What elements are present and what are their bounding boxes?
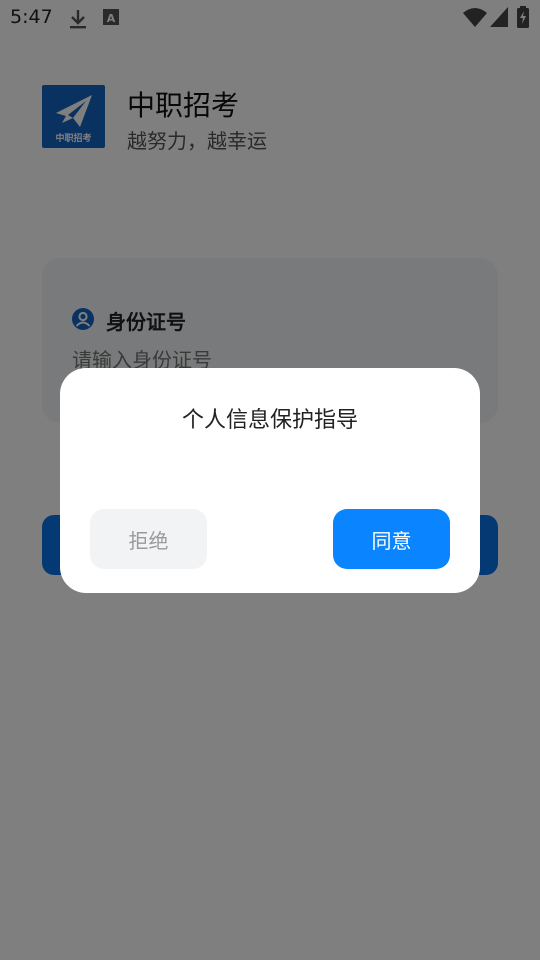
reject-button[interactable]: 拒绝 bbox=[90, 509, 207, 569]
privacy-dialog: 个人信息保护指导 拒绝 同意 bbox=[60, 368, 480, 593]
app-screen: 5:47 A 中职招考 中职招考 越努力，越幸运 身份证号 bbox=[0, 0, 540, 960]
dialog-title: 个人信息保护指导 bbox=[181, 408, 358, 433]
agree-button[interactable]: 同意 bbox=[333, 509, 450, 569]
